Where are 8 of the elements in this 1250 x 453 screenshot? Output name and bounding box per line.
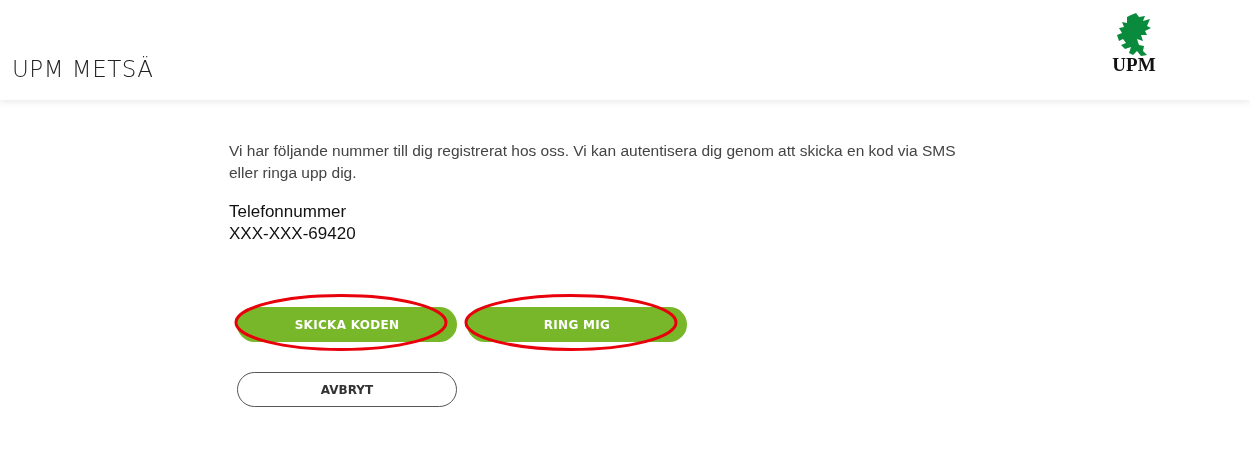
site-title: UPM METSÄ [12, 55, 154, 84]
logo-text: UPM [1112, 55, 1156, 74]
intro-paragraph: Vi har följande nummer till dig registrerat hos oss. Vi kan autentisera dig genom att skicka en kod via SMS eller ringa upp dig. [229, 141, 957, 184]
action-button[interactable]: SKICKA KODEN [237, 307, 457, 343]
phone-label: Telefonnummer [229, 200, 348, 223]
phone-number: XXX-XXX-69420 [229, 223, 357, 246]
cancel-button[interactable]: AVBRYT [237, 372, 457, 408]
action-button[interactable]: RING MIG [467, 307, 687, 343]
